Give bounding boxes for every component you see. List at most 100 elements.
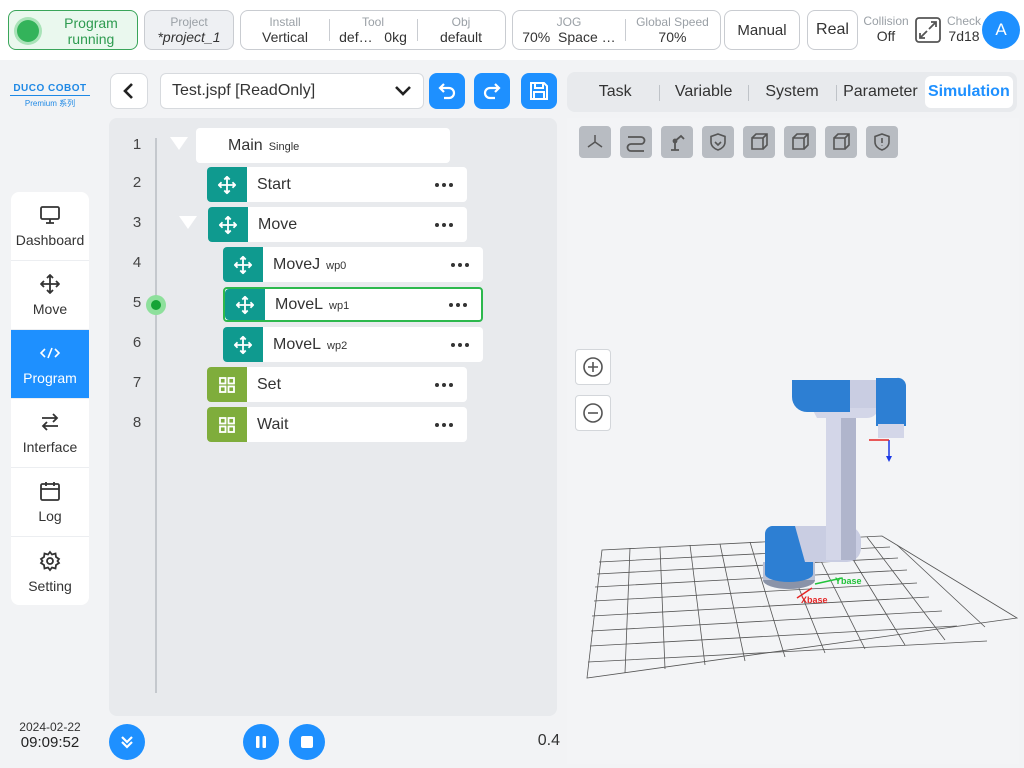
install-cell[interactable]: Install Vertical [241,11,329,49]
check-status[interactable]: Check 7d18 [944,14,984,45]
stop-icon [301,736,313,748]
base-y-axis-label: Ybase [835,576,862,586]
tree-node-move[interactable]: Move [208,207,467,242]
nav-item-program[interactable]: Program [11,330,89,399]
nav-item-dashboard[interactable]: Dashboard [11,192,89,261]
view-warning-button[interactable] [866,126,898,158]
tree-node-start[interactable]: Start [207,167,467,202]
line-number: 1 [132,136,142,153]
undo-button[interactable] [429,73,465,109]
nav-item-setting[interactable]: Setting [11,537,89,605]
tree-node-set[interactable]: Set [207,367,467,402]
move-icon [223,247,263,282]
robot-arm-icon [671,134,685,151]
check-label: Check [946,14,981,28]
more-options-icon[interactable] [451,262,469,267]
project-selector[interactable]: Project *project_1 [144,10,234,50]
project-label: Project [170,15,208,29]
save-button[interactable] [521,73,557,109]
collapse-main-icon[interactable] [170,137,188,150]
simulation-viewport[interactable]: Xbase Ybase [567,118,1019,764]
robot-3d-scene: Xbase Ybase [586,377,1019,679]
swap-icon [39,411,61,433]
node-name: Move [258,215,298,233]
nav-label-move: Move [32,301,68,317]
tab-parameter[interactable]: Parameter [836,76,924,108]
redo-button[interactable] [474,73,510,109]
step-down-button[interactable] [109,724,145,760]
view-toolbar [579,126,898,158]
main-nav: Dashboard Move Program Interface Log Set… [11,192,89,605]
obj-value: default [439,29,483,45]
user-avatar[interactable]: A [982,11,1020,49]
node-sub: wp1 [329,300,350,312]
global-speed-value: 70% [658,29,687,45]
nav-item-interface[interactable]: Interface [11,399,89,468]
view-axes-button[interactable] [579,126,611,158]
more-options-icon[interactable] [435,382,453,387]
line-number: 4 [132,254,142,271]
line-number: 5 [132,294,142,311]
tree-node-main[interactable]: Main Single [196,128,450,163]
view-side-button[interactable] [825,126,857,158]
line-number: 3 [132,214,142,231]
global-speed-cell[interactable]: Global Speed 70% [624,11,720,49]
node-sub: wp2 [327,340,348,352]
view-robot-button[interactable] [661,126,693,158]
node-name: MoveL [275,295,324,313]
more-options-icon[interactable] [435,422,453,427]
tab-task[interactable]: Task [571,76,659,108]
grid-icon [207,407,247,442]
sidebar: DUCO COBOT Premium 系列 Dashboard Move Pro… [0,60,100,768]
jog-speed-group: JOG 70% Space … Global Speed 70% [512,10,721,50]
tree-node-movej-wp0[interactable]: MoveJ wp0 [223,247,483,282]
more-options-icon[interactable] [449,302,467,307]
fullscreen-expand-icon[interactable] [914,16,942,44]
nav-item-move[interactable]: Move [11,261,89,330]
pause-button[interactable] [243,724,279,760]
program-tree: 1 2 3 4 5 6 7 8 Main Single Start Move M… [109,118,557,716]
manual-mode-button[interactable]: Manual [724,10,800,50]
view-safety-button[interactable] [702,126,734,158]
jog-cell[interactable]: JOG 70% Space … [513,11,625,49]
line-number: 6 [132,334,142,351]
tree-node-movel-wp2[interactable]: MoveL wp2 [223,327,483,362]
line-number: 2 [132,174,142,191]
node-name: Main [228,136,263,154]
view-top-button[interactable] [784,126,816,158]
view-path-button[interactable] [620,126,652,158]
node-name: Start [257,175,291,193]
more-options-icon[interactable] [435,182,453,187]
jog-label: JOG [556,15,582,29]
gear-icon [39,550,61,572]
real-mode-button[interactable]: Real [807,10,858,50]
program-file-select[interactable]: Test.jspf [ReadOnly] [160,73,424,109]
zoom-out-icon [583,403,603,423]
collapse-move-icon[interactable] [179,216,197,229]
more-options-icon[interactable] [451,342,469,347]
tool-cell[interactable]: Tool def… 0kg [329,11,417,49]
collision-status[interactable]: Collision Off [862,14,910,45]
shield-icon [710,133,726,151]
program-status-indicator[interactable]: Program running [8,10,138,50]
tab-variable[interactable]: Variable [659,76,747,108]
cube-top-icon [792,133,809,150]
tree-node-wait[interactable]: Wait [207,407,467,442]
tab-system[interactable]: System [747,76,836,108]
install-tool-obj-group: Install Vertical Tool def… 0kg Obj defau… [240,10,506,50]
nav-label-log: Log [38,508,62,524]
zoom-in-button[interactable] [575,349,611,385]
base-x-axis-label: Xbase [801,595,828,605]
tool-value: def… 0kg [329,29,417,46]
back-button[interactable] [110,73,148,109]
current-date: 2024-02-22 [19,720,81,734]
stop-button[interactable] [289,724,325,760]
tab-simulation[interactable]: Simulation [924,76,1014,108]
obj-cell[interactable]: Obj default [417,11,505,49]
more-options-icon[interactable] [435,222,453,227]
tree-node-movel-wp1[interactable]: MoveL wp1 [223,287,483,322]
view-front-button[interactable] [743,126,775,158]
zoom-out-button[interactable] [575,395,611,431]
nav-item-log[interactable]: Log [11,468,89,537]
tree-guide-line [155,138,157,693]
